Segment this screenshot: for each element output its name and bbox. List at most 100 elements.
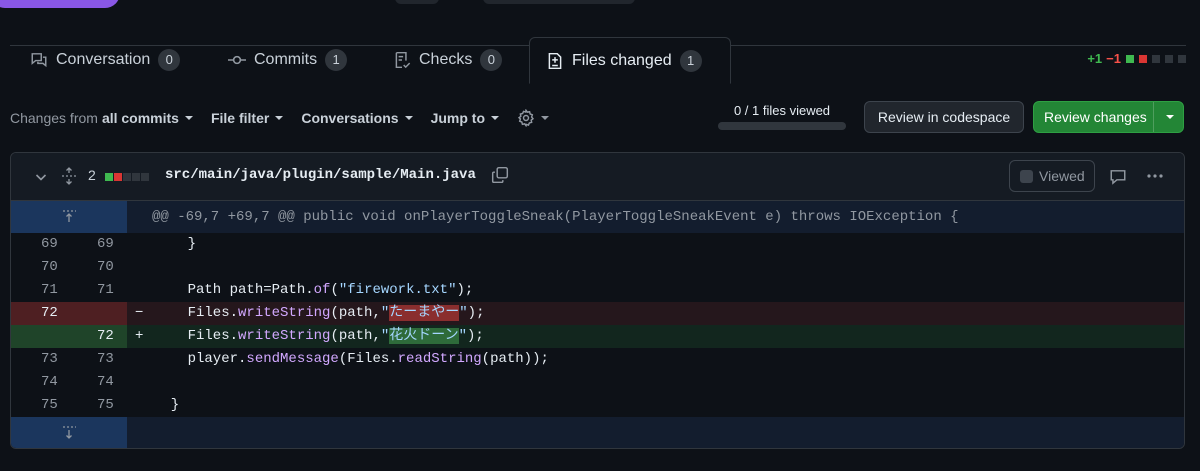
diff-line: 74 74 (11, 371, 1184, 394)
comment-icon[interactable] (1109, 168, 1127, 186)
expand-down-button[interactable] (11, 417, 127, 448)
code-token-function: writeString (238, 305, 331, 321)
code-token-function: sendMessage (246, 351, 339, 367)
merge-status-pill (0, 0, 120, 8)
code-token: Files. (154, 305, 239, 321)
tab-checks[interactable]: Checks 0 (393, 37, 503, 83)
diffstat-square (1178, 54, 1186, 63)
old-line-number[interactable]: 75 (11, 394, 69, 417)
tab-label: Commits (254, 51, 318, 68)
files-toolbar: Changes from all commits File filter Con… (10, 105, 567, 131)
tab-label: Files changed (572, 51, 672, 69)
new-line-number[interactable]: 74 (69, 371, 127, 394)
tab-conversation[interactable]: Conversation 0 (30, 37, 181, 83)
file-header: 2 src/main/java/plugin/sample/Main.java … (11, 153, 1184, 201)
file-diff-container: 2 src/main/java/plugin/sample/Main.java … (10, 152, 1185, 449)
viewed-label: Viewed (1039, 168, 1085, 184)
conversations-dropdown[interactable]: Conversations (301, 110, 413, 126)
fold-up-icon (63, 210, 76, 222)
line-code: Files.writeString(path,"たーまやー"); (154, 302, 484, 325)
tab-label: Conversation (56, 51, 151, 68)
hunk-text: @@ -69,7 +69,7 @@ public void onPlayerTo… (152, 209, 959, 225)
tab-commits[interactable]: Commits 1 (228, 37, 348, 83)
diffstat-square (132, 173, 140, 181)
jump-to-dropdown[interactable]: Jump to (431, 110, 500, 126)
expand-down-row (11, 417, 1184, 448)
kebab-horizontal-icon[interactable] (1145, 167, 1165, 185)
diffstat-square (105, 173, 113, 181)
old-line-number[interactable]: 73 (11, 348, 69, 371)
fold-down-icon (63, 426, 76, 439)
code-token: ); (467, 305, 485, 321)
diff-line: 70 70 (11, 256, 1184, 279)
unfold-icon[interactable] (61, 167, 77, 185)
review-changes-dropdown[interactable] (1153, 102, 1183, 132)
file-path[interactable]: src/main/java/plugin/sample/Main.java (165, 167, 476, 183)
viewed-checkbox[interactable]: Viewed (1009, 160, 1095, 192)
old-line-number[interactable]: 70 (11, 256, 69, 279)
new-line-number[interactable]: 69 (69, 233, 127, 256)
gear-icon (517, 109, 535, 127)
diff-line-addition: 72 + Files.writeString(path,"花火ドーン"); (11, 325, 1184, 348)
line-code: Files.writeString(path,"花火ドーン"); (154, 325, 484, 348)
hunk-header: @@ -69,7 +69,7 @@ public void onPlayerTo… (11, 201, 1184, 233)
checkbox-box (1020, 169, 1033, 183)
changes-from-dropdown[interactable]: Changes from all commits (10, 110, 193, 126)
new-line-number[interactable]: 72 (69, 325, 127, 348)
code-token: (path)); (481, 351, 549, 367)
review-changes-button[interactable]: Review changes (1033, 101, 1184, 133)
old-line-number[interactable]: 74 (11, 371, 69, 394)
review-changes-label: Review changes (1044, 109, 1147, 125)
review-in-codespace-button[interactable]: Review in codespace (864, 101, 1024, 133)
old-line-number[interactable]: 72 (11, 302, 69, 325)
changed-text-highlight: 花火ドーン (389, 328, 459, 344)
diff-line: 71 71 Path path=Path.of("firework.txt"); (11, 279, 1184, 302)
new-line-number[interactable]: 70 (69, 256, 127, 279)
git-commit-icon (228, 55, 246, 65)
deletions-count: −1 (1106, 51, 1121, 66)
file-changes-count: 2 (88, 167, 96, 183)
tab-count: 0 (158, 49, 181, 71)
new-line-number[interactable]: 75 (69, 394, 127, 417)
chevron-down-icon (404, 116, 413, 120)
file-filter-label: File filter (210, 110, 270, 126)
pr-diffstat: +1 −1 (1087, 51, 1186, 66)
new-line-number[interactable]: 71 (69, 279, 127, 302)
settings-dropdown[interactable] (517, 109, 550, 127)
tab-files-changed[interactable]: Files changed 1 (529, 37, 731, 84)
diffstat-square (1165, 54, 1173, 63)
new-line-number[interactable]: 73 (69, 348, 127, 371)
code-token: ( (330, 282, 339, 298)
tab-count: 0 (480, 49, 503, 71)
diffstat-square (141, 173, 149, 181)
code-token-string: " (380, 328, 390, 344)
code-token: Files. (154, 328, 239, 344)
code-token: Path path=Path. (154, 282, 314, 298)
new-line-number[interactable] (69, 302, 127, 325)
file-diffstat (105, 173, 149, 181)
chevron-down-icon[interactable] (33, 169, 49, 185)
diffstat-square (114, 173, 122, 181)
expand-up-button[interactable] (11, 201, 127, 233)
code-token-string: "firework.txt" (338, 282, 457, 298)
chevron-down-icon (491, 116, 500, 120)
additions-count: +1 (1087, 51, 1103, 66)
chevron-down-icon (275, 116, 284, 120)
old-line-number[interactable]: 71 (11, 279, 69, 302)
diff-line: 73 73 player.sendMessage(Files.readStrin… (11, 348, 1184, 371)
code-token: (path, (330, 328, 381, 344)
addition-sign: + (135, 328, 144, 344)
deletion-sign: − (135, 305, 144, 321)
diffstat-square (123, 173, 131, 181)
changed-text-highlight: たーまやー (389, 305, 460, 321)
old-line-number[interactable] (11, 325, 69, 348)
code-token-function: writeString (238, 328, 331, 344)
code-token: player. (154, 351, 247, 367)
branch-label-fragment (483, 0, 635, 4)
old-line-number[interactable]: 69 (11, 233, 69, 256)
diff-line: 75 75 } (11, 394, 1184, 417)
tab-label: Checks (419, 51, 473, 68)
copy-icon[interactable] (491, 166, 509, 184)
file-filter-dropdown[interactable]: File filter (210, 110, 284, 126)
branch-label-fragment (395, 0, 439, 4)
